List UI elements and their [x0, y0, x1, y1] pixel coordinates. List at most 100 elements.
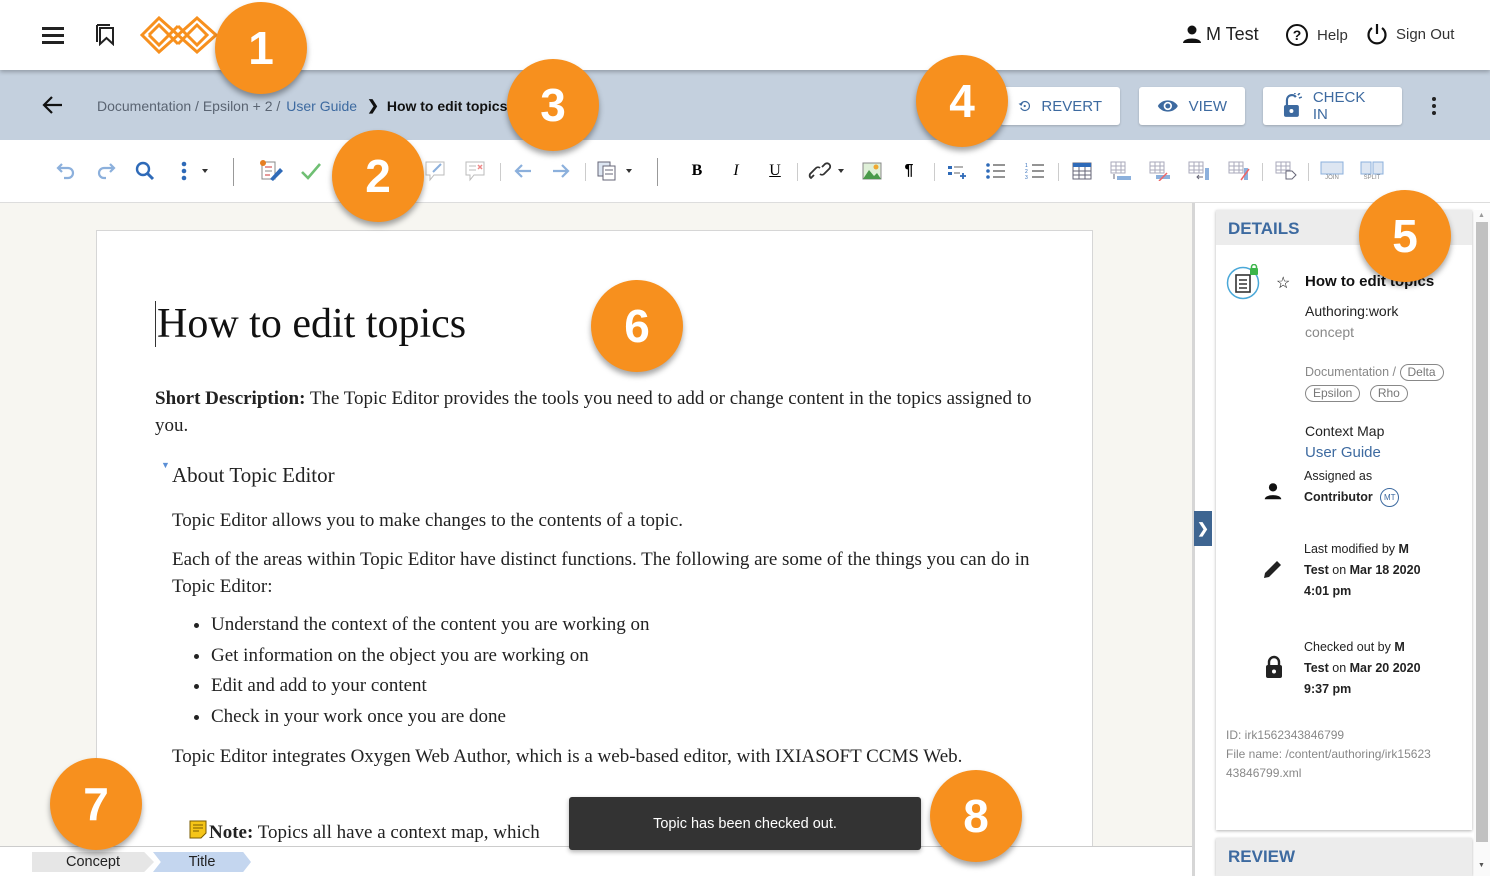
help-label: Help [1317, 26, 1348, 44]
toolbar-divider [1058, 163, 1059, 181]
back-arrow-icon[interactable] [42, 94, 64, 121]
short-description[interactable]: Short Description: The Topic Editor prov… [155, 385, 1045, 439]
note-text: Topics all have a context map, which [253, 822, 540, 843]
object-id: ID: irk1562343846799 [1226, 728, 1345, 742]
check-in-label: CHECK IN [1312, 89, 1366, 123]
callout-badge-2: 2 [332, 130, 424, 222]
tag-rho[interactable]: Rho [1369, 385, 1408, 402]
numbered-list-icon[interactable]: 123 [1024, 160, 1046, 182]
help-link[interactable]: ? Help [1285, 23, 1348, 47]
remove-comment-icon[interactable] [464, 160, 488, 182]
panel-scrollbar[interactable]: ▲ ▼ [1474, 210, 1490, 876]
topic-title[interactable]: How to edit topics [155, 301, 466, 347]
chevron-right-icon: ❯ [367, 97, 379, 113]
undo-icon[interactable] [55, 160, 77, 182]
toolbar-divider [934, 163, 935, 181]
details-location: Documentation / Delta Epsilon Rho [1305, 362, 1470, 404]
context-map: Context Map User Guide [1305, 421, 1384, 463]
list-item[interactable]: Get information on the object you are wo… [211, 642, 649, 669]
paragraph[interactable]: Topic Editor integrates Oxygen Web Autho… [172, 743, 1032, 770]
toolbar-divider [797, 163, 798, 181]
location-prefix: Documentation / [1305, 365, 1397, 379]
brand-logo[interactable] [139, 15, 219, 59]
split-cells-button[interactable]: SPLIT [1359, 158, 1385, 184]
bullet-list: Understand the context of the content yo… [211, 611, 649, 733]
bold-button[interactable]: B [688, 160, 706, 182]
pencil-icon [1262, 558, 1284, 585]
collapse-panel-button[interactable]: ❯ [1194, 511, 1212, 546]
paragraph[interactable]: Topic Editor allows you to make changes … [172, 507, 683, 534]
scrollbar-thumb[interactable] [1476, 222, 1488, 842]
context-map-link[interactable]: User Guide [1305, 442, 1384, 463]
callout-badge-4: 4 [916, 55, 1008, 147]
last-modified-info: Last modified by M Test on Mar 18 2020 4… [1304, 539, 1421, 602]
bookmarks-icon[interactable] [96, 24, 116, 51]
insert-column-icon[interactable] [1188, 160, 1210, 182]
paste-dropdown[interactable] [596, 160, 634, 182]
details-panel: DETAILS ☆ How to edit topics Authoring:w… [1216, 210, 1472, 830]
split-label: SPLIT [1363, 175, 1381, 181]
delete-column-icon[interactable] [1228, 160, 1250, 182]
menu-icon[interactable] [42, 27, 64, 48]
collapse-section-icon[interactable]: ▼ [161, 460, 170, 470]
list-item[interactable]: Check in your work once you are done [211, 703, 649, 730]
eye-icon [1157, 100, 1178, 112]
underline-button[interactable]: U [766, 160, 784, 182]
toolbar-divider [585, 163, 586, 181]
tag-delta[interactable]: Delta [1399, 364, 1444, 381]
view-label: VIEW [1188, 97, 1227, 115]
insert-row-icon[interactable] [1110, 160, 1132, 182]
modified-user-last: Test [1304, 563, 1329, 577]
more-actions-dropdown[interactable] [176, 160, 212, 182]
favorite-star-icon[interactable]: ☆ [1276, 273, 1290, 293]
note[interactable]: Note: Topics all have a context map, whi… [189, 819, 540, 846]
scroll-up-icon[interactable]: ▲ [1478, 212, 1485, 219]
revert-icon [1018, 100, 1031, 112]
editor-toolbar: B I U ¶ 123 JOIN SPLIT [0, 140, 1490, 203]
user-menu[interactable]: M Test [1180, 22, 1259, 46]
file-info: ID: irk1562343846799 File name: /content… [1226, 726, 1431, 783]
insert-image-icon[interactable] [862, 160, 882, 182]
join-label: JOIN [1325, 175, 1339, 181]
paragraph[interactable]: Each of the areas within Topic Editor ha… [172, 546, 1032, 600]
track-changes-icon[interactable] [258, 160, 284, 182]
next-change-icon[interactable] [550, 160, 572, 182]
link-dropdown[interactable] [808, 160, 848, 182]
checked-prefix: Checked out by [1304, 640, 1395, 654]
section-title[interactable]: ▼ About Topic Editor [161, 460, 335, 488]
view-button[interactable]: VIEW [1139, 87, 1245, 125]
scroll-down-icon[interactable]: ▼ [1478, 862, 1485, 869]
edit-comment-icon[interactable] [424, 160, 448, 182]
section-title-text: About Topic Editor [172, 463, 335, 487]
italic-button[interactable]: I [727, 160, 745, 182]
list-item[interactable]: Understand the context of the content yo… [211, 611, 649, 638]
breadcrumb-link-user-guide[interactable]: User Guide [286, 98, 357, 114]
file-name-line-1: File name: /content/authoring/irk15623 [1226, 747, 1431, 761]
check-in-button[interactable]: CHECK IN [1263, 87, 1402, 125]
table-properties-icon[interactable] [1275, 160, 1297, 182]
insert-list-item-icon[interactable] [946, 160, 968, 182]
sign-out-link[interactable]: Sign Out [1366, 23, 1454, 45]
tag-epsilon[interactable]: Epsilon [1305, 385, 1361, 402]
pilcrow-button[interactable]: ¶ [900, 160, 918, 182]
breadcrumb-path[interactable]: Documentation / Epsilon + 2 / [97, 98, 280, 114]
callout-badge-7: 7 [50, 758, 142, 850]
insert-table-icon[interactable] [1071, 160, 1093, 182]
list-item[interactable]: Edit and add to your content [211, 672, 649, 699]
delete-row-icon[interactable] [1149, 160, 1171, 182]
note-label: Note: [209, 822, 254, 843]
element-crumb-title[interactable]: Title [153, 852, 251, 872]
toolbar-divider [657, 158, 658, 186]
bulleted-list-icon[interactable] [985, 160, 1007, 182]
previous-change-icon[interactable] [512, 160, 534, 182]
more-options-icon[interactable] [1432, 97, 1436, 118]
element-crumb-concept[interactable]: Concept [32, 852, 154, 872]
revert-button[interactable]: REVERT [1000, 87, 1120, 125]
join-cells-button[interactable]: JOIN [1319, 158, 1345, 184]
search-icon[interactable] [134, 160, 156, 182]
accept-change-icon[interactable] [300, 160, 322, 182]
checked-time: 9:37 pm [1304, 682, 1352, 696]
file-name-line-2: 43846799.xml [1226, 766, 1302, 780]
redo-icon[interactable] [95, 160, 117, 182]
review-section-header[interactable]: REVIEW [1216, 838, 1472, 876]
